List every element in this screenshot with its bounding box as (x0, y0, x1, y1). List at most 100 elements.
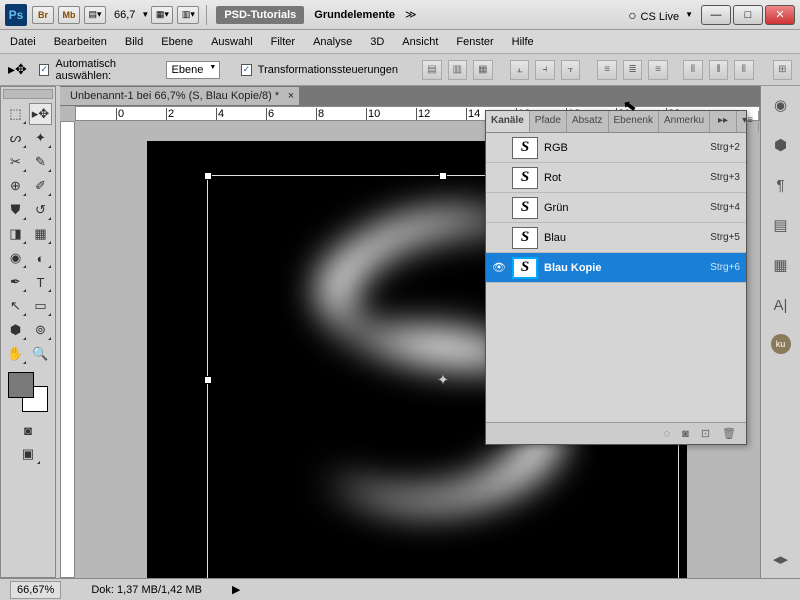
history-tool[interactable]: ↺ (29, 199, 52, 221)
visibility-icon[interactable]: 👁 (492, 261, 506, 274)
tab-ebenenk[interactable]: Ebenenk (609, 111, 659, 132)
maximize-button[interactable]: □ (733, 5, 763, 25)
extras-icon[interactable]: ▥▾ (177, 6, 199, 24)
dist-icon[interactable]: ≡ (597, 60, 616, 80)
menu-ebene[interactable]: Ebene (161, 36, 193, 48)
channel-row[interactable]: SRGBStrg+2 (486, 133, 746, 163)
minibridge-badge[interactable]: Mb (58, 6, 80, 24)
menu-filter[interactable]: Filter (271, 36, 295, 48)
transform-handle[interactable] (439, 172, 447, 180)
tab-anmerk[interactable]: Anmerku (659, 111, 710, 132)
menu-datei[interactable]: Datei (10, 36, 36, 48)
bridge-badge[interactable]: Br (32, 6, 54, 24)
3d-tool[interactable]: ⬢ (4, 319, 27, 341)
menu-analyse[interactable]: Analyse (313, 36, 352, 48)
crop-tool[interactable]: ✂ (4, 151, 27, 173)
delete-channel-icon[interactable]: 🗑 (722, 427, 736, 440)
move-tool-icon[interactable]: ▸✥ (8, 61, 27, 78)
workspace-psd[interactable]: PSD-Tutorials (216, 6, 304, 24)
align-icon[interactable]: ⫟ (561, 60, 580, 80)
tab-absatz[interactable]: Absatz (567, 111, 609, 132)
menu-bild[interactable]: Bild (125, 36, 143, 48)
blur-tool[interactable]: ◉ (4, 247, 27, 269)
load-selection-icon[interactable]: ◌ (664, 428, 671, 440)
3dcam-tool[interactable]: ⊚ (29, 319, 52, 341)
kuler-icon[interactable]: ku (771, 334, 791, 354)
tab-kanaele[interactable]: Kanäle (486, 111, 530, 132)
dock-icon[interactable]: ⬢ (769, 134, 793, 156)
dock-icon[interactable]: ◉ (769, 94, 793, 116)
dock-icon[interactable]: ▤ (769, 214, 793, 236)
transform-checkbox[interactable]: ✓ (241, 64, 252, 76)
align-icon[interactable]: ▤ (422, 60, 441, 80)
zoom-tool[interactable]: 🔍 (29, 343, 52, 365)
doc-tab[interactable]: Unbenannt-1 bei 66,7% (S, Blau Kopie/8) … (60, 87, 299, 105)
panel-menu-icon[interactable]: ▾≡ (737, 111, 759, 132)
zoom-value[interactable]: 66,7 (114, 9, 135, 21)
dist-icon[interactable]: ⦀ (709, 60, 728, 80)
menu-hilfe[interactable]: Hilfe (512, 36, 534, 48)
arrange-icon[interactable]: ▦▾ (151, 6, 173, 24)
close-button[interactable]: ✕ (765, 5, 795, 25)
auto-select-checkbox[interactable]: ✓ (39, 64, 50, 76)
channel-row[interactable]: SBlauStrg+5 (486, 223, 746, 253)
channel-row[interactable]: SRotStrg+3 (486, 163, 746, 193)
eyedrop-tool[interactable]: ✎ (29, 151, 52, 173)
heal-tool[interactable]: ⊕ (4, 175, 27, 197)
toolbox-grip[interactable] (3, 89, 53, 99)
dock-expand-icon[interactable]: ◂▸ (769, 548, 793, 570)
auto-select-dropdown[interactable]: Ebene (166, 61, 221, 79)
hand-tool[interactable]: ✋ (4, 343, 27, 365)
dock-icon[interactable]: A| (769, 294, 793, 316)
align-icon[interactable]: ⫠ (510, 60, 529, 80)
ruler-vertical[interactable] (60, 121, 75, 578)
gradient-tool[interactable]: ▦ (29, 223, 52, 245)
dropdown-icon[interactable]: ▼ (685, 10, 693, 19)
dist-icon[interactable]: ≡ (648, 60, 667, 80)
shape-tool[interactable]: ▭ (29, 295, 52, 317)
status-zoom[interactable]: 66,67% (10, 581, 61, 599)
menu-fenster[interactable]: Fenster (456, 36, 493, 48)
menu-bearbeiten[interactable]: Bearbeiten (54, 36, 107, 48)
dodge-tool[interactable]: ◐ (29, 247, 52, 269)
dropdown-icon[interactable]: ▼ (141, 10, 149, 19)
status-doc[interactable]: Dok: 1,37 MB/1,42 MB (91, 584, 202, 596)
menu-ansicht[interactable]: Ansicht (402, 36, 438, 48)
dist-icon[interactable]: ≣ (623, 60, 642, 80)
dist-icon[interactable]: ⦀ (734, 60, 753, 80)
align-icon[interactable]: ▦ (473, 60, 492, 80)
screenmode-icon[interactable]: ▤▾ (84, 6, 106, 24)
save-selection-icon[interactable]: ◙ (682, 428, 689, 440)
align-icon[interactable]: ▥ (448, 60, 467, 80)
wand-tool[interactable]: ✦ (29, 127, 52, 149)
quickmask-icon[interactable]: ◙ (16, 419, 41, 441)
eraser-tool[interactable]: ◨ (4, 223, 27, 245)
workspace-grund[interactable]: Grundelemente (314, 9, 395, 21)
path-tool[interactable]: ↖ (4, 295, 27, 317)
status-arrow-icon[interactable]: ▶ (232, 583, 240, 596)
minimize-button[interactable]: — (701, 5, 731, 25)
menu-auswahl[interactable]: Auswahl (211, 36, 253, 48)
marquee-tool[interactable]: ⬚ (4, 103, 27, 125)
tab-pfade[interactable]: Pfade (530, 111, 567, 132)
dock-icon[interactable]: ¶ (769, 174, 793, 196)
color-swatch[interactable] (8, 372, 48, 412)
menu-3d[interactable]: 3D (370, 36, 384, 48)
dock-icon[interactable]: ▦ (769, 254, 793, 276)
dist-icon[interactable]: ⦀ (683, 60, 702, 80)
align-icon[interactable]: ⫞ (535, 60, 554, 80)
stamp-tool[interactable]: ⛊ (4, 199, 27, 221)
transform-handle[interactable] (204, 172, 212, 180)
autoalign-icon[interactable]: ⊞ (773, 60, 792, 80)
pen-tool[interactable]: ✒ (4, 271, 27, 293)
panel-more-icon[interactable]: ▸▸ (710, 111, 737, 132)
channel-row[interactable]: SGrünStrg+4 (486, 193, 746, 223)
cslive[interactable]: CS Live (628, 7, 679, 23)
new-channel-icon[interactable]: ⊡ (701, 427, 710, 440)
type-tool[interactable]: T (29, 271, 52, 293)
screenmode-tool[interactable]: ▣ (16, 443, 41, 465)
move-tool[interactable]: ▸✥ (29, 103, 52, 125)
lasso-tool[interactable]: ᔕ (4, 127, 27, 149)
brush-tool[interactable]: ✐ (29, 175, 52, 197)
transform-handle[interactable] (204, 376, 212, 384)
